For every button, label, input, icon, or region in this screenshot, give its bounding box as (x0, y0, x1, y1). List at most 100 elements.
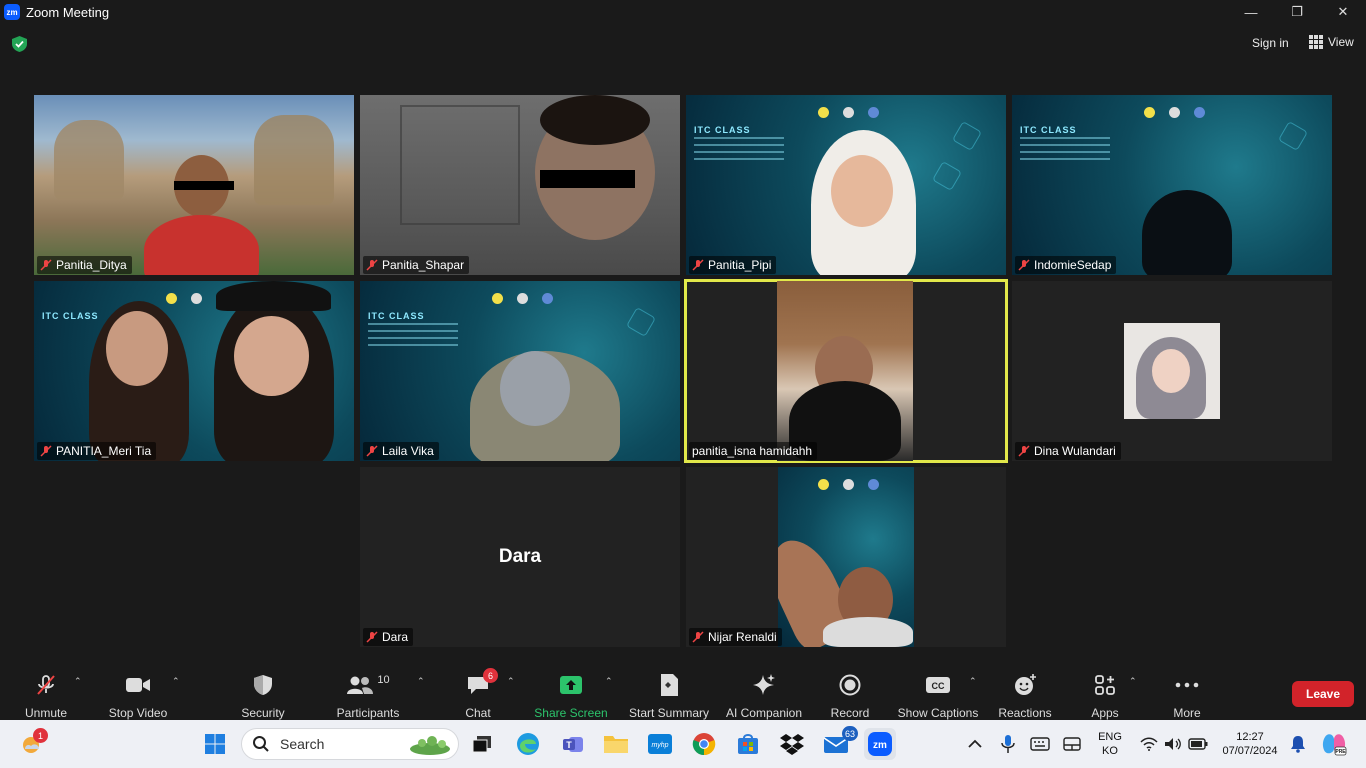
svg-text:myhp: myhp (651, 742, 668, 749)
close-button[interactable]: ✕ (1320, 0, 1366, 24)
search-icon (253, 736, 269, 752)
apps-options-chevron-icon[interactable]: ⌃ (1129, 676, 1137, 687)
virtual-bg-title: ITC CLASS (694, 125, 751, 135)
closed-captions-icon: CC (926, 677, 950, 693)
teams-icon: T (563, 737, 583, 752)
language-indicator[interactable]: ENG KO (1096, 730, 1124, 758)
restore-button[interactable]: ❐ (1274, 0, 1320, 24)
teams-button[interactable]: T (557, 728, 589, 760)
participants-options-chevron-icon[interactable]: ⌃ (417, 676, 425, 687)
show-captions-button[interactable]: CC Show Captions (896, 664, 980, 720)
task-view-icon (472, 736, 491, 753)
microphone-tray-button[interactable] (994, 728, 1022, 760)
copilot-icon: PRE (1322, 734, 1347, 756)
edge-browser-button[interactable] (512, 728, 544, 760)
zoom-app-icon: zm (4, 4, 20, 20)
taskbar-search[interactable]: Search (241, 728, 459, 760)
apps-button[interactable]: Apps (1084, 664, 1126, 720)
myhp-button[interactable]: myhp (644, 728, 676, 760)
dropbox-button[interactable] (776, 728, 808, 760)
video-camera-icon (126, 678, 150, 692)
captions-options-chevron-icon[interactable]: ⌃ (969, 676, 977, 687)
search-highlight-icon (410, 736, 450, 755)
video-tile-nijar-renaldi[interactable]: Nijar Renaldi (686, 467, 1006, 647)
unmute-button[interactable]: Unmute (18, 664, 74, 720)
reactions-button[interactable]: Reactions (996, 664, 1054, 720)
mic-muted-icon (692, 631, 704, 643)
window-title: Zoom Meeting (26, 4, 110, 20)
chat-options-chevron-icon[interactable]: ⌃ (507, 676, 515, 687)
video-options-chevron-icon[interactable]: ⌃ (172, 676, 180, 687)
ellipsis-icon (1175, 682, 1199, 688)
mail-button[interactable]: 63 (820, 726, 858, 760)
apps-grid-icon (1095, 675, 1115, 695)
participant-label: Nijar Renaldi (689, 628, 782, 646)
audio-options-chevron-icon[interactable]: ⌃ (74, 676, 82, 687)
keyboard-icon (1030, 737, 1050, 751)
keyboard-tray-button[interactable] (1026, 728, 1054, 760)
people-icon (347, 676, 374, 694)
wifi-icon (1140, 737, 1158, 751)
microsoft-store-button[interactable] (732, 728, 764, 760)
chrome-button[interactable] (688, 728, 720, 760)
view-label: View (1328, 35, 1354, 49)
video-tile-panitia-shapar[interactable]: Panitia_Shapar (360, 95, 680, 275)
quick-settings-button[interactable] (1134, 728, 1214, 760)
participants-button[interactable]: 10 Participants (334, 664, 402, 720)
task-view-button[interactable] (466, 728, 498, 760)
edge-icon (517, 733, 539, 755)
security-button[interactable]: Security (236, 664, 290, 720)
encryption-shield-icon[interactable] (12, 36, 27, 52)
participant-label: Panitia_Shapar (363, 256, 470, 274)
video-tile-laila-vika[interactable]: ITC CLASS Laila Vika (360, 281, 680, 461)
mail-badge: 63 (841, 726, 858, 741)
record-button[interactable]: Record (828, 664, 872, 720)
video-tile-dara[interactable]: Dara Dara (360, 467, 680, 647)
video-tile-indomiesedap[interactable]: ITC CLASS IndomieSedap (1012, 95, 1332, 275)
microphone-muted-icon (37, 675, 55, 695)
video-tile-panitia-ditya[interactable]: Panitia_Ditya (34, 95, 354, 275)
copilot-button[interactable]: PRE (1318, 728, 1350, 760)
participant-label: Panitia_Pipi (689, 256, 777, 274)
video-tile-panitia-pipi[interactable]: ITC CLASS Panitia_Pipi (686, 95, 1006, 275)
notifications-button[interactable] (1286, 728, 1310, 760)
video-off-name: Dara (498, 546, 542, 567)
participant-label: panitia_isna hamidahh (689, 442, 818, 460)
start-button[interactable] (199, 728, 231, 760)
chat-button[interactable]: 6 Chat (456, 664, 500, 720)
participant-label: PANITIA_Meri Tia (37, 442, 157, 460)
view-button[interactable]: View (1309, 35, 1354, 49)
ai-companion-button[interactable]: AI Companion (723, 664, 805, 720)
leave-button[interactable]: Leave (1292, 681, 1354, 707)
video-tile-panitia-meri-tia[interactable]: ITC CLASS PANITIA_Meri Tia (34, 281, 354, 461)
meeting-toolbar: Unmute ⌃ Stop Video ⌃ Security 10 Partic… (0, 664, 1366, 720)
windows-logo-icon (205, 734, 225, 754)
participant-label: Laila Vika (363, 442, 439, 460)
mic-muted-icon (1018, 259, 1030, 271)
clock[interactable]: 12:27 07/07/2024 (1216, 730, 1284, 758)
file-explorer-button[interactable] (600, 728, 632, 760)
layout-icon (1063, 737, 1081, 751)
virtual-bg-title: ITC CLASS (368, 311, 425, 321)
smiley-plus-icon (1015, 674, 1036, 695)
windows-taskbar: 1 Search T myhp 63 zm ENG KO 12:27 07/07… (0, 720, 1366, 768)
mic-muted-icon (366, 445, 378, 457)
share-screen-button[interactable]: Share Screen (534, 664, 608, 720)
participant-label: Dara (363, 628, 414, 646)
weather-widget[interactable]: 1 (16, 728, 48, 760)
stop-video-button[interactable]: Stop Video (106, 664, 170, 720)
start-summary-button[interactable]: Start Summary (627, 664, 711, 720)
tablet-mode-tray-button[interactable] (1058, 728, 1086, 760)
sign-in-link[interactable]: Sign in (1252, 36, 1289, 50)
share-options-chevron-icon[interactable]: ⌃ (605, 676, 613, 687)
myhp-icon: myhp (648, 734, 672, 754)
video-tile-dina-wulandari[interactable]: Dina Wulandari (1012, 281, 1332, 461)
grid-view-icon (1309, 35, 1323, 49)
chat-badge: 6 (483, 668, 498, 683)
video-tile-panitia-isna-hamidahh[interactable]: panitia_isna hamidahh (684, 279, 1008, 463)
show-hidden-icons-button[interactable] (960, 728, 990, 760)
more-button[interactable]: More (1166, 664, 1208, 720)
zoom-taskbar-button[interactable]: zm (864, 728, 896, 760)
minimize-button[interactable]: — (1228, 0, 1274, 24)
search-placeholder: Search (280, 736, 325, 752)
